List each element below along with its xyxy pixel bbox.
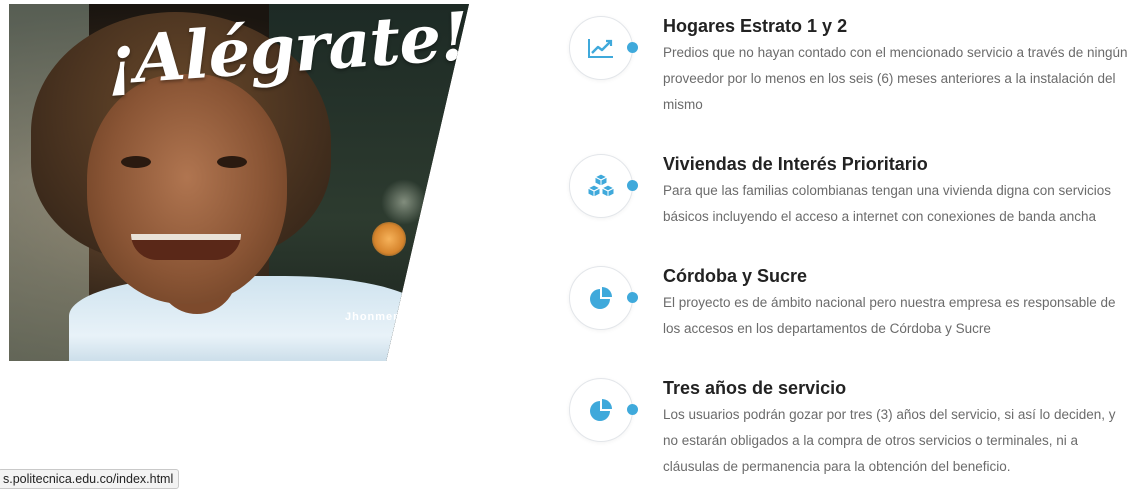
feature-title: Tres años de servicio <box>663 378 847 398</box>
hero-credit: Jhonmer <box>345 311 399 323</box>
pie-chart-icon <box>590 399 612 421</box>
feature-icon-circle <box>569 266 633 330</box>
feature-description: Predios que no hayan contado con el menc… <box>663 45 1128 112</box>
feature-title: Hogares Estrato 1 y 2 <box>663 16 848 36</box>
feature-title: Córdoba y Sucre <box>663 266 808 286</box>
line-chart-icon <box>588 39 613 58</box>
timeline-dot <box>627 42 638 53</box>
feature-icon-circle <box>569 16 633 80</box>
feature-title: Viviendas de Interés Prioritario <box>663 154 928 174</box>
feature-icon-circle <box>569 154 633 218</box>
timeline-dot <box>627 292 638 303</box>
hero-image: ¡Alégrate! Jhonmer <box>9 4 469 361</box>
feature-icon-circle <box>569 378 633 442</box>
feature-description: El proyecto es de ámbito nacional pero n… <box>663 295 1116 336</box>
feature-description: Para que las familias colombianas tengan… <box>663 183 1112 224</box>
cubes-icon <box>586 173 616 198</box>
timeline-dot <box>627 180 638 191</box>
feature-description: Los usuarios podrán gozar por tres (3) a… <box>663 407 1116 474</box>
timeline-dot <box>627 404 638 415</box>
pie-chart-icon <box>590 287 612 309</box>
status-bar-url: s.politecnica.edu.co/index.html <box>0 469 180 489</box>
